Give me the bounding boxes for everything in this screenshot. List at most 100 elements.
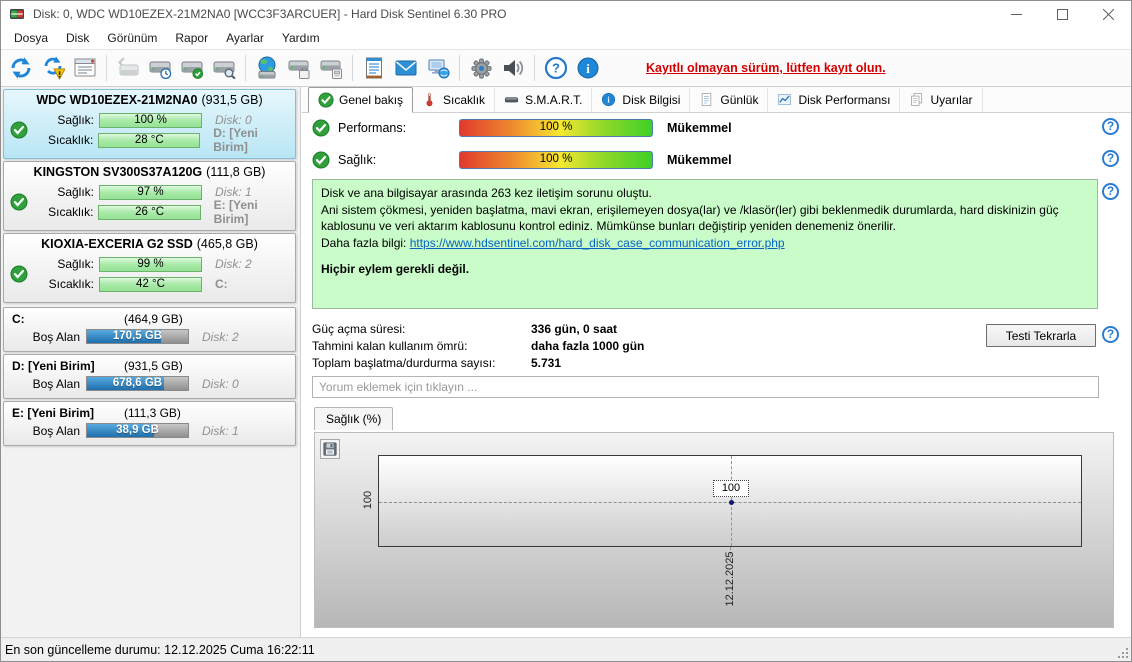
menu-gorunum[interactable]: Görünüm xyxy=(98,28,166,48)
disk-mount-icon[interactable] xyxy=(315,53,347,83)
tab-smart[interactable]: S.M.A.R.T. xyxy=(495,88,593,112)
info-icon[interactable]: i xyxy=(572,53,604,83)
health-ok-icon xyxy=(10,265,28,283)
help-icon[interactable]: ? xyxy=(540,53,572,83)
partition-size: (464,9 GB) xyxy=(124,312,183,326)
menu-disk[interactable]: Disk xyxy=(57,28,98,48)
log-icon[interactable] xyxy=(358,53,390,83)
free-space-label: Boş Alan xyxy=(32,329,80,344)
menu-rapor[interactable]: Rapor xyxy=(166,28,217,48)
tab-disk-bilgisi[interactable]: i Disk Bilgisi xyxy=(592,88,691,112)
tab-disk-performansi[interactable]: Disk Performansı xyxy=(768,88,901,112)
mail-icon[interactable] xyxy=(390,53,422,83)
menu-ayarlar[interactable]: Ayarlar xyxy=(217,28,273,48)
maximize-button[interactable] xyxy=(1039,1,1085,27)
network-disk-icon[interactable] xyxy=(251,53,283,83)
floppy-icon xyxy=(323,442,337,456)
health-gauge: 100 % xyxy=(459,151,653,169)
temp-bar: 42 °C xyxy=(99,276,202,292)
disk-panel-kingston[interactable]: KINGSTON SV300S37A120G (111,8 GB) Sağlık:… xyxy=(3,161,296,231)
tab-genel-bakis[interactable]: Genel bakış xyxy=(308,87,414,113)
toolbar-separator xyxy=(106,55,107,81)
chart-icon xyxy=(777,92,793,108)
thermometer-icon xyxy=(422,92,438,108)
network-status-icon[interactable] xyxy=(422,53,454,83)
window-title: Disk: 0, WDC WD10EZEX-21M2NA0 [WCC3F3ARC… xyxy=(33,7,507,21)
toolbar-separator xyxy=(245,55,246,81)
disk-volumes: C: xyxy=(215,277,228,291)
disk-sidebar: WDC WD10EZEX-21M2NA0 (931,5 GB) Sağlık: 10… xyxy=(1,87,301,637)
chart-tab-health[interactable]: Sağlık (%) xyxy=(314,407,394,430)
help-icon[interactable]: ? xyxy=(1102,150,1119,167)
tab-gunluk[interactable]: Günlük xyxy=(690,88,769,112)
disk-panel-kioxia[interactable]: KIOXIA-EXCERIA G2 SSD (465,8 GB) Sağlık: 9… xyxy=(3,233,296,303)
temp-bar: 28 °C xyxy=(98,132,201,148)
resize-grip[interactable] xyxy=(1126,656,1128,658)
disk-remove-icon[interactable] xyxy=(283,53,315,83)
performance-gauge: 100 % xyxy=(459,119,653,137)
status-message-box: Disk ve ana bilgisayar arasında 263 kez … xyxy=(312,179,1098,309)
partition-panel-c[interactable]: C: (464,9 GB) Boş Alan 170,5 GB Disk: 2 xyxy=(3,307,296,352)
disk-panel-wdc[interactable]: WDC WD10EZEX-21M2NA0 (931,5 GB) Sağlık: 10… xyxy=(3,89,296,159)
status-bar: En son güncelleme durumu: 12.12.2025 Cum… xyxy=(1,637,1131,661)
health-row: Sağlık: 100 % Mükemmel xyxy=(312,150,732,170)
message-more-info: Daha fazla bilgi: https://www.hdsentinel… xyxy=(321,235,785,250)
menu-yardim[interactable]: Yardım xyxy=(273,28,329,48)
disk-schedule-icon[interactable] xyxy=(144,53,176,83)
free-space-bar: 678,6 GB xyxy=(86,376,189,391)
comment-input[interactable] xyxy=(312,376,1099,398)
disk-analyze-icon[interactable] xyxy=(208,53,240,83)
report-icon[interactable] xyxy=(69,53,101,83)
close-button[interactable] xyxy=(1085,1,1131,27)
partition-size: (931,5 GB) xyxy=(124,359,183,373)
partition-panel-d[interactable]: D: [Yeni Birim] (931,5 GB) Boş Alan 678,6… xyxy=(3,354,296,399)
menu-dosya[interactable]: Dosya xyxy=(5,28,57,48)
help-icon[interactable]: ? xyxy=(1102,326,1119,343)
registration-notice-link[interactable]: Kayıtlı olmayan sürüm, lütfen kayıt olun… xyxy=(646,61,886,75)
app-window: Disk: 0, WDC WD10EZEX-21M2NA0 [WCC3F3ARC… xyxy=(0,0,1132,662)
settings-gear-icon[interactable] xyxy=(465,53,497,83)
health-label: Sağlık: xyxy=(57,185,94,199)
help-icon[interactable]: ? xyxy=(1102,118,1119,135)
help-icon[interactable]: ? xyxy=(1102,183,1119,200)
retest-button[interactable]: Testi Tekrarla xyxy=(986,324,1096,347)
more-info-link[interactable]: https://www.hdsentinel.com/hard_disk_cas… xyxy=(410,236,785,250)
save-chart-button[interactable] xyxy=(320,439,340,459)
refresh-icon[interactable] xyxy=(5,53,37,83)
health-chart-panel: 100 100 12.12.2025 xyxy=(314,432,1114,628)
title-bar: Disk: 0, WDC WD10EZEX-21M2NA0 [WCC3F3ARC… xyxy=(1,1,1131,27)
tab-sicaklik[interactable]: Sıcaklık xyxy=(413,88,496,112)
partition-name: C: xyxy=(12,312,25,326)
free-space-bar: 170,5 GB xyxy=(86,329,189,344)
pages-icon xyxy=(909,92,925,108)
health-ok-icon xyxy=(10,121,28,139)
last-update-status: En son güncelleme durumu: 12.12.2025 Cum… xyxy=(5,642,315,657)
info-circle-icon: i xyxy=(601,92,617,108)
temp-label: Sıcaklık: xyxy=(48,277,94,291)
no-action-text: Hiçbir eylem gerekli değil. xyxy=(321,262,470,276)
overview-check-icon xyxy=(318,92,334,108)
health-rating: Mükemmel xyxy=(667,153,732,167)
disk-title: KIOXIA-EXCERIA G2 SSD (465,8 GB) xyxy=(41,237,258,251)
health-ok-icon xyxy=(10,193,28,211)
health-label: Sağlık: xyxy=(57,257,94,271)
svg-text:i: i xyxy=(586,61,590,76)
x-axis-date-label: 12.12.2025 xyxy=(724,551,736,607)
disk-index: Disk: 2 xyxy=(202,329,239,344)
tab-uyarilar[interactable]: Uyarılar xyxy=(900,88,983,112)
minimize-button[interactable] xyxy=(993,1,1039,27)
sound-icon[interactable] xyxy=(497,53,529,83)
disk-index: Disk: 0 xyxy=(215,113,252,127)
disk-volumes: D: [Yeni Birim] xyxy=(213,126,258,154)
app-icon xyxy=(10,9,24,19)
refresh-alert-icon[interactable] xyxy=(37,53,69,83)
tab-strip: Genel bakış Sıcaklık S.M.A.R.T. i Disk Bi… xyxy=(302,87,1131,113)
partition-panel-e[interactable]: E: [Yeni Birim] (111,3 GB) Boş Alan 38,9 … xyxy=(3,401,296,446)
free-space-label: Boş Alan xyxy=(32,423,80,438)
health-label: Sağlık: xyxy=(57,113,94,127)
message-line-2: Ani sistem çökmesi, yeniden başlatma, ma… xyxy=(321,202,1059,234)
free-space-label: Boş Alan xyxy=(32,376,80,391)
disk-accept-icon[interactable] xyxy=(176,53,208,83)
toolbar-separator xyxy=(459,55,460,81)
disk-undo-icon[interactable] xyxy=(112,53,144,83)
